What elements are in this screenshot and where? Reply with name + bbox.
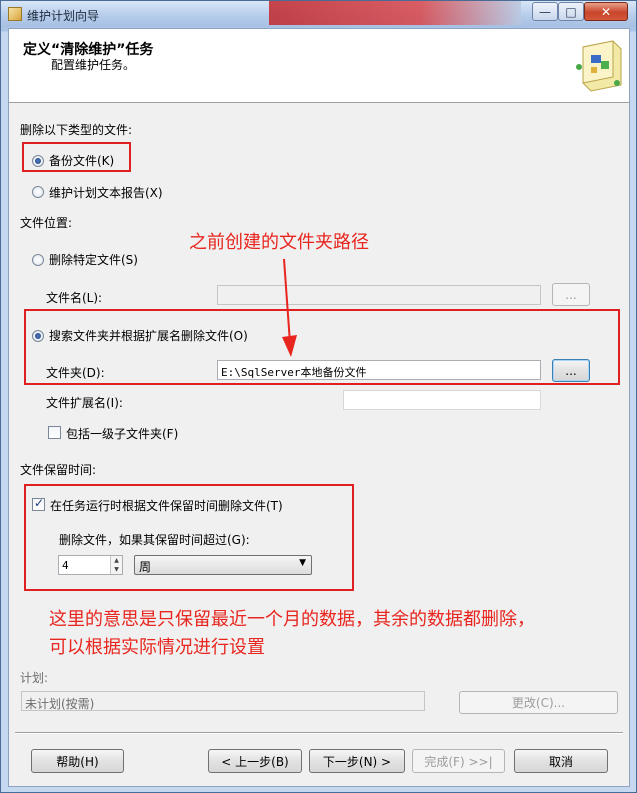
extension-label: 文件扩展名(I): — [46, 396, 123, 410]
wizard-icon — [576, 40, 622, 92]
report-files-label[interactable]: 维护计划文本报告(X) — [49, 184, 163, 201]
retention-highlight — [24, 484, 354, 591]
cancel-button[interactable]: 取消 — [514, 749, 608, 773]
include-subfolders-label[interactable]: 包括一级子文件夹(F) — [66, 425, 178, 442]
footer-divider — [15, 732, 623, 734]
include-subfolders-checkbox[interactable] — [48, 426, 61, 439]
maximize-icon[interactable]: □ — [558, 2, 584, 21]
next-button[interactable]: 下一步(N) > — [309, 749, 405, 773]
extension-input[interactable] — [343, 390, 541, 410]
app-icon — [8, 7, 22, 21]
filename-input[interactable] — [217, 285, 541, 305]
change-schedule-button[interactable]: 更改(C)... — [459, 691, 618, 714]
file-location-label: 文件位置: — [20, 216, 73, 230]
backup-files-highlight — [22, 142, 131, 172]
retention-label: 文件保留时间: — [20, 463, 97, 477]
folder-annotation: 之前创建的文件夹路径 — [189, 232, 369, 253]
help-button[interactable]: 帮助(H) — [31, 749, 124, 773]
minimize-icon[interactable]: — — [532, 2, 558, 21]
retention-annotation-line2: 可以根据实际情况进行设置 — [49, 637, 265, 658]
file-type-label: 删除以下类型的文件: — [20, 123, 133, 137]
search-folder-highlight — [24, 309, 620, 385]
schedule-label: 计划: — [20, 671, 49, 685]
schedule-input: 未计划(按需) — [21, 691, 425, 711]
filename-browse-button[interactable]: ... — [552, 283, 590, 306]
delete-specific-label[interactable]: 删除特定文件(S) — [49, 251, 138, 268]
back-button[interactable]: < 上一步(B) — [208, 749, 302, 773]
report-files-radio[interactable] — [32, 186, 44, 198]
wizard-client: 定义“清除维护”任务 配置维护任务。 删除以下类型的文件: 备份文件(K) 维护… — [8, 28, 630, 787]
page-subtitle: 配置维护任务。 — [51, 58, 136, 72]
title-bar[interactable]: 维护计划向导 — □ ✕ — [1, 1, 636, 27]
delete-specific-radio[interactable] — [32, 254, 44, 266]
retention-annotation-line1: 这里的意思是只保留最近一个月的数据，其余的数据都删除， — [49, 609, 535, 630]
background-banner — [269, 1, 521, 25]
header-panel: 定义“清除维护”任务 配置维护任务。 — [9, 29, 629, 103]
wizard-window: 维护计划向导 — □ ✕ 定义“清除维护”任务 配置维护任务。 删除以下类型的文… — [0, 0, 637, 793]
close-icon[interactable]: ✕ — [584, 2, 628, 21]
annotation-arrow-icon — [282, 258, 297, 357]
finish-button[interactable]: 完成(F) >>| — [412, 749, 505, 773]
window-title: 维护计划向导 — [27, 9, 100, 23]
filename-label: 文件名(L): — [46, 291, 103, 305]
